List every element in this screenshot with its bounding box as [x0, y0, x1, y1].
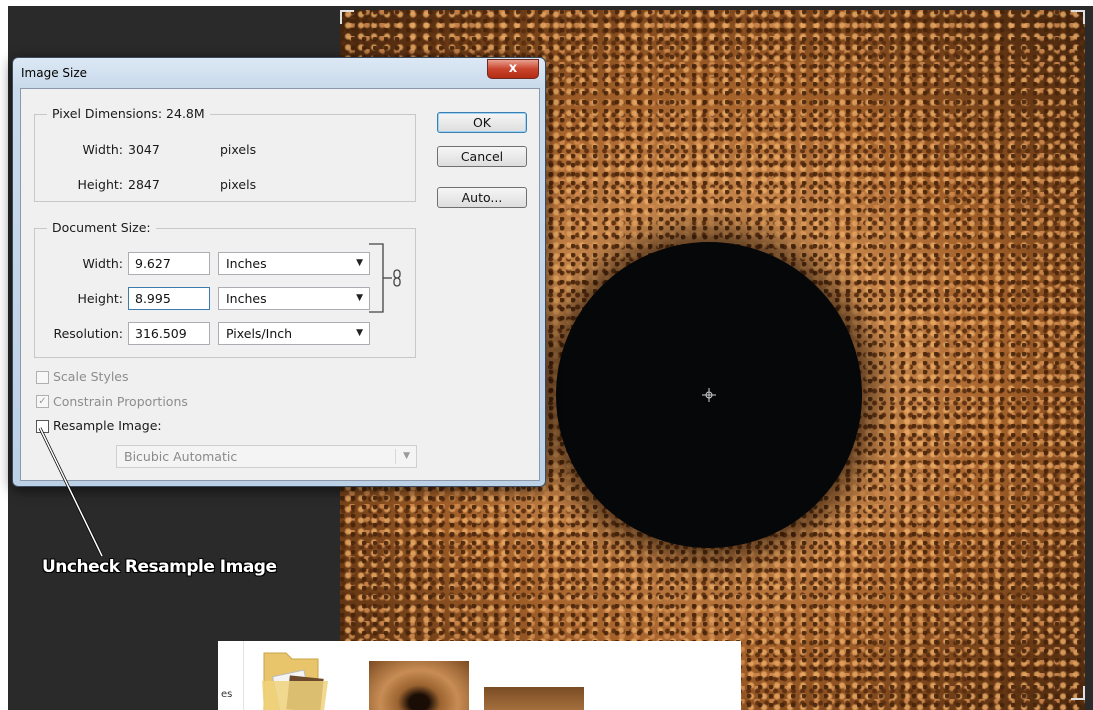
scale-styles-label: Scale Styles [53, 369, 129, 384]
pixel-width-unit: pixels [220, 142, 257, 157]
resample-method-select[interactable]: Bicubic Automatic ▼ [116, 445, 417, 468]
canvas-corner-top-left [340, 10, 354, 24]
pixel-width-label: Width: [82, 142, 123, 157]
black-circle-hole [556, 242, 862, 548]
image-thumbnail-2[interactable] [484, 687, 584, 710]
pixel-dimensions-size: 24.8M [166, 106, 205, 121]
close-button[interactable]: x [487, 59, 539, 79]
chevron-down-icon: ▼ [356, 293, 363, 303]
doc-width-field[interactable]: 9.627 [128, 252, 210, 275]
resolution-label: Resolution: [53, 326, 123, 341]
file-explorer-strip: es [218, 641, 741, 710]
pixel-height-label: Height: [77, 177, 123, 192]
doc-height-unit-select[interactable]: Inches ▼ [218, 287, 370, 310]
pixel-height-unit: pixels [220, 177, 257, 192]
doc-width-label: Width: [82, 256, 123, 271]
annotation-callout: Uncheck Resample Image [42, 557, 277, 577]
canvas-corner-top-right [1071, 10, 1085, 24]
image-thumbnail-1[interactable] [369, 661, 469, 710]
explorer-sidebar: es [218, 641, 244, 710]
dialog-title: Image Size [21, 66, 88, 80]
chevron-down-icon: ▼ [356, 258, 363, 268]
document-size-legend: Document Size: [47, 220, 156, 235]
pixel-dimensions-legend: Pixel Dimensions: 24.8M [47, 106, 210, 121]
pixel-dimensions-group: Pixel Dimensions: 24.8M Width: 3047 pixe… [34, 106, 416, 202]
constrain-link-icon [369, 243, 401, 313]
ok-button[interactable]: OK [437, 112, 527, 133]
pixel-height-value: 2847 [128, 177, 160, 192]
doc-width-unit-select[interactable]: Inches ▼ [218, 252, 370, 275]
resolution-field[interactable]: 316.509 [128, 322, 210, 345]
pixel-width-value: 3047 [128, 142, 160, 157]
dialog-body: Pixel Dimensions: 24.8M Width: 3047 pixe… [20, 88, 540, 481]
chevron-down-icon: ▼ [356, 328, 363, 338]
doc-height-label: Height: [77, 291, 123, 306]
doc-height-field[interactable]: 8.995 [128, 287, 210, 310]
chevron-down-icon: ▼ [403, 451, 410, 461]
auto-button[interactable]: Auto... [437, 187, 527, 208]
crosshair-icon [702, 388, 716, 402]
constrain-proportions-label: Constrain Proportions [53, 394, 188, 409]
folder-icon[interactable] [262, 651, 334, 710]
resample-image-checkbox[interactable] [36, 420, 49, 433]
constrain-proportions-checkbox[interactable]: ✓ [36, 395, 49, 408]
resolution-unit-select[interactable]: Pixels/Inch ▼ [218, 322, 370, 345]
scale-styles-checkbox[interactable] [36, 371, 49, 384]
cancel-button[interactable]: Cancel [437, 146, 527, 167]
resample-image-label: Resample Image: [53, 418, 162, 433]
canvas-corner-bottom-right [1071, 686, 1085, 700]
explorer-sidebar-label: es [221, 689, 233, 700]
image-size-dialog: Image Size x Pixel Dimensions: 24.8M Wid… [12, 57, 546, 487]
